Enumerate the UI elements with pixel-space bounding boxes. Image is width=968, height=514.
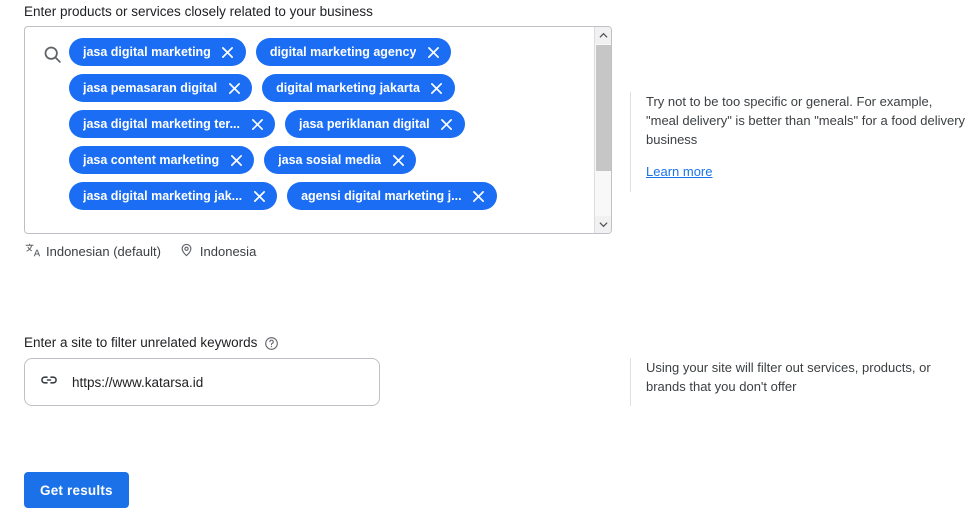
keywords-help-panel: Try not to be too specific or general. F… bbox=[630, 92, 968, 192]
keywords-input-box[interactable]: jasa digital marketing digital marketing … bbox=[24, 26, 612, 234]
close-icon[interactable] bbox=[218, 42, 238, 62]
search-icon bbox=[35, 37, 69, 71]
close-icon[interactable] bbox=[469, 186, 489, 206]
close-icon[interactable] bbox=[437, 114, 457, 134]
keyword-chip[interactable]: jasa digital marketing jak... bbox=[69, 182, 278, 210]
keyword-chip[interactable]: digital marketing jakarta bbox=[262, 74, 455, 102]
keyword-planner-form: Enter products or services closely relat… bbox=[0, 0, 968, 514]
close-icon[interactable] bbox=[247, 114, 267, 134]
get-results-button[interactable]: Get results bbox=[24, 472, 129, 508]
keyword-chip[interactable]: jasa sosial media bbox=[264, 146, 416, 174]
link-icon bbox=[39, 370, 59, 395]
close-icon[interactable] bbox=[388, 150, 408, 170]
help-circle-icon[interactable] bbox=[264, 336, 279, 351]
close-icon[interactable] bbox=[423, 42, 443, 62]
keyword-chip-label: jasa digital marketing ter... bbox=[83, 117, 241, 131]
site-filter-input[interactable]: https://www.katarsa.id bbox=[24, 358, 380, 406]
language-value: Indonesian (default) bbox=[46, 244, 161, 259]
keyword-chip-label: jasa content marketing bbox=[83, 153, 220, 167]
site-help-panel: Using your site will filter out services… bbox=[630, 358, 968, 406]
keywords-input-inner[interactable]: jasa digital marketing digital marketing … bbox=[25, 27, 594, 233]
close-icon[interactable] bbox=[249, 186, 269, 206]
keyword-chip-label: jasa periklanan digital bbox=[299, 117, 430, 131]
keyword-chip[interactable]: digital marketing agency bbox=[255, 38, 452, 66]
keyword-chip-label: jasa digital marketing bbox=[83, 45, 211, 59]
chevron-up-icon[interactable] bbox=[595, 27, 611, 44]
keyword-chip-list: jasa digital marketing digital marketing … bbox=[69, 35, 590, 225]
close-icon[interactable] bbox=[224, 78, 244, 98]
keywords-meta-row: Indonesian (default) Indonesia bbox=[24, 242, 268, 261]
keyword-chip[interactable]: jasa content marketing bbox=[69, 146, 255, 174]
keyword-chip[interactable]: agensi digital marketing j... bbox=[287, 182, 497, 210]
keyword-chip[interactable]: jasa pemasaran digital bbox=[69, 74, 253, 102]
keyword-chip[interactable]: jasa digital marketing ter... bbox=[69, 110, 276, 138]
keyword-chip-label: jasa digital marketing jak... bbox=[83, 189, 243, 203]
keyword-chip-label: jasa pemasaran digital bbox=[83, 81, 218, 95]
keyword-chip[interactable]: jasa digital marketing bbox=[69, 38, 246, 66]
keyword-chip-label: agensi digital marketing j... bbox=[301, 189, 462, 203]
location-value: Indonesia bbox=[199, 244, 257, 259]
keyword-chip-label: jasa sosial media bbox=[278, 153, 381, 167]
translate-icon bbox=[24, 242, 41, 261]
chevron-down-icon[interactable] bbox=[595, 216, 611, 233]
scrollbar-thumb[interactable] bbox=[596, 45, 611, 171]
close-icon[interactable] bbox=[226, 150, 246, 170]
language-selector[interactable]: Indonesian (default) bbox=[24, 242, 161, 261]
keyword-chip-label: digital marketing jakarta bbox=[276, 81, 420, 95]
site-filter-value[interactable]: https://www.katarsa.id bbox=[72, 375, 203, 390]
site-section-label-text: Enter a site to filter unrelated keyword… bbox=[24, 335, 258, 350]
close-icon[interactable] bbox=[427, 78, 447, 98]
site-help-text: Using your site will filter out services… bbox=[646, 360, 931, 394]
keywords-section-label: Enter products or services closely relat… bbox=[24, 4, 373, 19]
keyword-chip-label: digital marketing agency bbox=[269, 45, 417, 59]
learn-more-link[interactable]: Learn more bbox=[646, 162, 712, 181]
keyword-chip[interactable]: jasa periklanan digital bbox=[285, 110, 465, 138]
site-section-label: Enter a site to filter unrelated keyword… bbox=[24, 334, 279, 352]
location-selector[interactable]: Indonesia bbox=[179, 242, 256, 261]
keywords-help-text: Try not to be too specific or general. F… bbox=[646, 94, 966, 147]
location-pin-icon bbox=[179, 242, 194, 261]
keywords-scrollbar[interactable] bbox=[594, 27, 611, 233]
